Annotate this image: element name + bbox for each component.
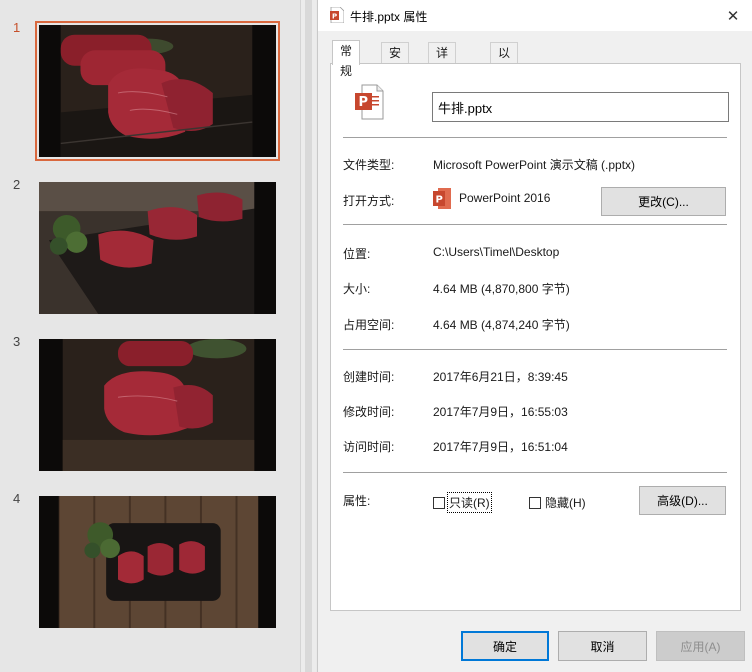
- general-tab-panel: P 文件类型: Microsoft PowerPoint 演示文稿 (.pptx…: [330, 63, 741, 611]
- svg-text:P: P: [359, 95, 369, 110]
- slide-number: 1: [13, 20, 21, 35]
- close-icon: ✕: [726, 7, 740, 25]
- size-label: 大小:: [343, 282, 371, 296]
- created-label: 创建时间:: [343, 370, 395, 384]
- file-name-input[interactable]: [432, 92, 729, 122]
- size-value: 4.64 MB (4,870,800 字节): [433, 282, 570, 296]
- powerpoint-file-icon: P: [355, 84, 384, 120]
- hidden-checkbox[interactable]: 隐藏(H): [529, 494, 586, 511]
- opens-with-label: 打开方式:: [343, 194, 395, 208]
- tab-previous-versions[interactable]: 以前的版本: [490, 42, 519, 140]
- readonly-label: 只读(R): [447, 492, 492, 513]
- location-value: C:\Users\Timel\Desktop: [433, 245, 560, 259]
- tab-security[interactable]: 安全: [381, 42, 410, 80]
- slide-number: 4: [13, 491, 21, 506]
- file-type-value: Microsoft PowerPoint 演示文稿 (.pptx): [433, 158, 636, 172]
- modified-label: 修改时间:: [343, 405, 395, 419]
- apply-button[interactable]: 应用(A): [656, 631, 745, 661]
- slide-thumbnail-4[interactable]: [35, 492, 280, 632]
- hidden-label: 隐藏(H): [545, 496, 586, 510]
- divider: [343, 349, 727, 350]
- accessed-label: 访问时间:: [343, 440, 395, 454]
- cancel-button[interactable]: 取消: [558, 631, 647, 661]
- svg-text:P: P: [332, 13, 337, 21]
- scrollbar-thumb[interactable]: [305, 0, 312, 672]
- checkbox-box[interactable]: [529, 496, 541, 509]
- slide-image: [39, 339, 276, 471]
- slide-number: 2: [13, 177, 21, 192]
- advanced-button[interactable]: 高级(D)...: [639, 486, 726, 515]
- accessed-value: 2017年7月9日，16:51:04: [433, 440, 568, 454]
- svg-text:P: P: [436, 195, 443, 206]
- attributes-label: 属性:: [343, 494, 371, 508]
- file-type-label: 文件类型:: [343, 158, 395, 172]
- slide-thumbnail-pane: 1 2 3 4: [0, 0, 300, 672]
- disk-size-value: 4.64 MB (4,874,240 字节): [433, 318, 570, 332]
- ok-button[interactable]: 确定: [461, 631, 549, 661]
- modified-value: 2017年7月9日，16:55:03: [433, 405, 568, 419]
- location-label: 位置:: [343, 247, 371, 261]
- disk-size-label: 占用空间:: [343, 318, 395, 332]
- change-button[interactable]: 更改(C)...: [601, 187, 726, 216]
- tab-general[interactable]: 常规: [332, 40, 361, 78]
- powerpoint-app-icon: P: [433, 188, 451, 209]
- close-button[interactable]: ✕: [713, 0, 752, 31]
- divider: [343, 224, 727, 225]
- slide-thumbnail-1[interactable]: [35, 21, 280, 161]
- slide-image: [39, 496, 276, 628]
- opens-with-value: PowerPoint 2016: [459, 191, 551, 205]
- divider: [343, 137, 727, 138]
- created-value: 2017年6月21日，8:39:45: [433, 370, 568, 384]
- powerpoint-file-icon: P: [330, 7, 344, 23]
- slide-number: 3: [13, 334, 21, 349]
- tab-details[interactable]: 详细信息: [428, 42, 457, 120]
- slide-thumbnail-3[interactable]: [35, 335, 280, 475]
- slide-thumbnail-2[interactable]: [35, 178, 280, 318]
- slide-image: [39, 182, 276, 314]
- slide-image: [39, 25, 276, 157]
- thumbnail-scrollbar[interactable]: [300, 0, 316, 672]
- dialog-title: 牛排.pptx 属性: [350, 10, 428, 24]
- dialog-titlebar: P 牛排.pptx 属性 ✕: [318, 0, 752, 31]
- readonly-checkbox[interactable]: 只读(R): [433, 492, 492, 513]
- checkbox-box[interactable]: [433, 496, 445, 509]
- divider: [343, 472, 727, 473]
- properties-dialog: P 牛排.pptx 属性 ✕ 常规 安全 详细信息 以前的版本 P 文件类型: …: [317, 0, 752, 672]
